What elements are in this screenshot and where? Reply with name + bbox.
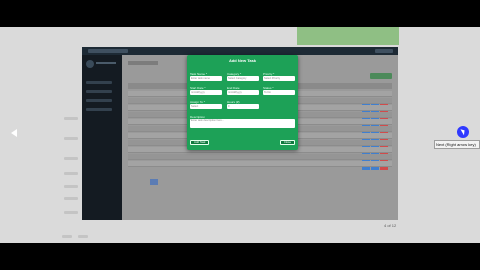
background-text bbox=[64, 197, 78, 200]
priority-field: Priority * Select Priority bbox=[263, 72, 295, 82]
page-title bbox=[128, 61, 158, 65]
task-name-input[interactable]: Enter task name bbox=[190, 76, 222, 81]
assign-to-field: Assign To * Select bbox=[190, 100, 222, 110]
user-menu[interactable] bbox=[375, 49, 393, 53]
table-row bbox=[128, 161, 392, 167]
description-textarea[interactable]: Enter task description here... bbox=[190, 119, 295, 128]
background-text bbox=[78, 235, 88, 238]
sidebar-item[interactable] bbox=[86, 81, 112, 84]
video-letterbox-top bbox=[0, 0, 480, 27]
hours-input[interactable]: 0 bbox=[227, 104, 259, 109]
slide-counter: 4 of 12 bbox=[384, 223, 397, 228]
next-tooltip: Next (Right arrow key) bbox=[434, 140, 480, 149]
add-task-button[interactable] bbox=[370, 73, 392, 79]
end-date-input[interactable]: mm/dd/yyyy bbox=[227, 90, 259, 95]
background-text bbox=[64, 172, 78, 175]
avatar bbox=[86, 60, 94, 68]
end-date-field: End Date mm/dd/yyyy bbox=[227, 86, 259, 96]
close-button[interactable]: Close bbox=[279, 140, 295, 145]
video-letterbox-bottom bbox=[0, 243, 480, 270]
add-task-modal: Add New Task Task Name * Enter task name… bbox=[187, 55, 298, 150]
profile-name bbox=[96, 62, 116, 64]
start-date-field: Start Date * mm/dd/yyyy bbox=[190, 86, 222, 96]
background-text bbox=[64, 137, 78, 140]
modal-title: Add New Task bbox=[228, 58, 257, 63]
add-task-submit-button[interactable]: Add Task bbox=[190, 140, 210, 145]
status-field: Status * To Do bbox=[263, 86, 295, 96]
hours-field: Hours (#) 0 bbox=[227, 100, 259, 110]
sidebar bbox=[82, 55, 122, 220]
sidebar-item[interactable] bbox=[86, 108, 112, 111]
table-row bbox=[128, 154, 392, 170]
chevron-left-icon[interactable] bbox=[11, 129, 17, 137]
description-field: Description Enter task description here.… bbox=[190, 115, 295, 129]
background-banner bbox=[297, 27, 399, 45]
background-text bbox=[64, 211, 78, 214]
priority-select[interactable]: Select Priority bbox=[263, 76, 295, 81]
app-brand bbox=[88, 49, 128, 53]
background-text bbox=[64, 185, 78, 188]
background-text bbox=[64, 157, 78, 160]
sidebar-profile bbox=[86, 60, 118, 68]
assign-to-select[interactable]: Select bbox=[190, 104, 222, 109]
category-select[interactable]: Select Category bbox=[227, 76, 259, 81]
category-field: Category * Select Category bbox=[227, 72, 259, 82]
start-date-input[interactable]: mm/dd/yyyy bbox=[190, 90, 222, 95]
sidebar-item[interactable] bbox=[86, 90, 112, 93]
sidebar-item[interactable] bbox=[86, 99, 112, 102]
status-select[interactable]: To Do bbox=[263, 90, 295, 95]
background-text bbox=[62, 235, 72, 238]
task-name-field: Task Name * Enter task name bbox=[190, 72, 222, 82]
background-text bbox=[64, 117, 78, 120]
pagination-current[interactable] bbox=[150, 179, 158, 185]
app-topbar bbox=[82, 47, 398, 55]
